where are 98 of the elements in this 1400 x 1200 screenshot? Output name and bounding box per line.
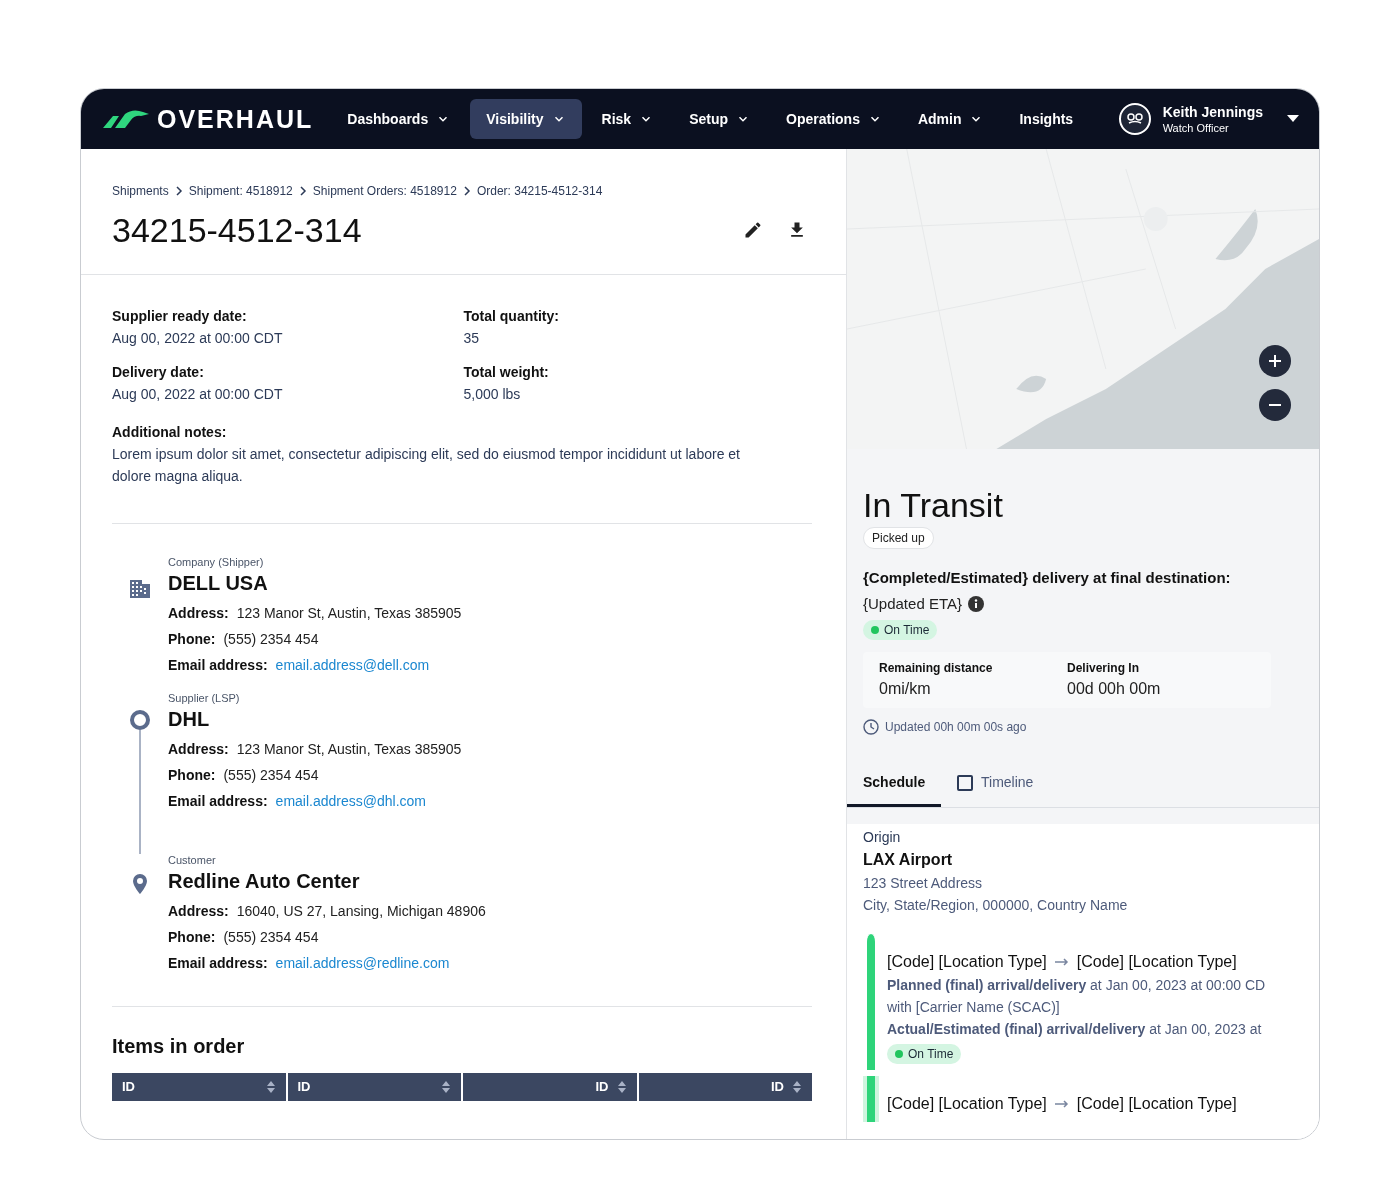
- status-title: In Transit: [863, 485, 1003, 525]
- field-label: Supplier ready date:: [112, 307, 248, 326]
- edit-pencil-icon[interactable]: [743, 220, 763, 240]
- planned-arrival-text: Planned (final) arrival/delivery at Jan 00, 2023 at 00:00 CD: [887, 975, 1266, 995]
- leg-to: [Code] [Location Type]: [1076, 1093, 1237, 1114]
- detail-label: Address:: [168, 603, 229, 623]
- email-link[interactable]: email.address@dhl.com: [275, 790, 426, 812]
- chevron-right-icon: [462, 186, 471, 196]
- origin-name: LAX Airport: [863, 849, 954, 870]
- order-title: 34215-4512-314: [112, 210, 362, 250]
- party-name: Redline Auto Center: [168, 869, 361, 894]
- status-text: On Time: [884, 621, 930, 639]
- notes-text: Lorem ipsum dolor sit amet, consectetur adipiscing elit, sed do eiusmod tempor incididunt ut labore et dolore magna aliqua.: [112, 445, 741, 486]
- email-link[interactable]: email.address@redline.com: [275, 952, 450, 974]
- nav-menu-item[interactable]: Setup: [673, 99, 766, 139]
- chevron-right-icon: [298, 186, 307, 196]
- detail-value: (555) 2354 454: [223, 927, 319, 947]
- field-value: 35: [463, 329, 481, 348]
- field-label: Total quantity:: [463, 307, 560, 326]
- detail-label: Phone:: [168, 765, 216, 785]
- square-icon: [957, 774, 973, 791]
- caret-down-icon[interactable]: [1287, 115, 1299, 123]
- status-text: On Time: [908, 1045, 954, 1063]
- detail-label: Address:: [168, 901, 229, 921]
- user-name: Keith Jennings: [1162, 103, 1263, 121]
- building-icon: [130, 580, 150, 598]
- origin-address: City, State/Region, 000000, Country Name: [863, 895, 1129, 915]
- logo-icon: [103, 110, 149, 128]
- panel-tab[interactable]: Schedule: [847, 761, 941, 807]
- info-icon[interactable]: [967, 596, 984, 613]
- arrow-right-icon: [1054, 1099, 1069, 1108]
- breadcrumb-link[interactable]: Order: 34215-4512-314: [476, 182, 603, 200]
- detail-label: Email address:: [168, 791, 268, 811]
- clock-icon: [863, 718, 879, 735]
- leg-from: [Code] [Location Type]: [887, 951, 1047, 972]
- detail-value: 16040, US 27, Lansing, Michigan 48906: [236, 901, 486, 921]
- field-label: Delivery date:: [112, 363, 205, 382]
- metric-label: Remaining distance: [879, 659, 994, 677]
- avatar-icon[interactable]: [1118, 103, 1151, 135]
- status-badge: Picked up: [863, 527, 934, 549]
- eta-label: {Completed/Estimated} delivery at final destination:: [863, 568, 1231, 588]
- detail-label: Phone:: [168, 629, 216, 649]
- nav-menu-item[interactable]: Risk: [585, 99, 670, 139]
- party-name: DELL USA: [168, 571, 269, 596]
- column-header[interactable]: ID: [287, 1073, 461, 1101]
- origin-address: 123 Street Address: [863, 873, 984, 893]
- origin-marker-icon: [130, 710, 150, 730]
- breadcrumb-link[interactable]: Shipment Orders: 4518912: [312, 182, 457, 200]
- email-link[interactable]: email.address@dell.com: [275, 654, 430, 676]
- items-title: Items in order: [112, 1034, 246, 1059]
- detail-value: (555) 2354 454: [223, 765, 319, 785]
- metric-label: Delivering In: [1067, 659, 1141, 677]
- field-value: 5,000 lbs: [463, 385, 522, 404]
- logo-text: OVERHAUL: [157, 106, 314, 132]
- detail-label: Phone:: [168, 927, 216, 947]
- nav-menu-item[interactable]: Admin: [901, 99, 1000, 139]
- panel-tab[interactable]: Timeline: [941, 761, 1050, 807]
- nav-menu-item[interactable]: Dashboards: [331, 99, 467, 139]
- nav-menu-item[interactable]: Insights: [1003, 99, 1090, 139]
- field-label: Total weight:: [463, 363, 550, 382]
- metric-value: 00d 00h 00m: [1067, 678, 1162, 699]
- map-pin-icon: [132, 874, 148, 894]
- carrier-text: with [Carrier Name (SCAC)]: [887, 997, 1061, 1017]
- chevron-right-icon: [174, 186, 183, 196]
- nav-menu-item[interactable]: Visibility: [470, 99, 582, 139]
- detail-label: Email address:: [168, 655, 268, 675]
- party-name: DHL: [168, 707, 211, 732]
- party-category: Company (Shipper): [168, 555, 265, 570]
- leg-to: [Code] [Location Type]: [1076, 951, 1237, 972]
- actual-arrival-text: Actual/Estimated (final) arrival/delivery at Jan 00, 2023 at: [887, 1019, 1263, 1039]
- breadcrumb-link[interactable]: Shipments: [112, 182, 169, 200]
- notes-label: Additional notes:: [112, 423, 228, 442]
- sort-icon: [792, 1080, 802, 1094]
- breadcrumb-link[interactable]: Shipment: 4518912: [188, 182, 293, 200]
- column-header[interactable]: ID: [112, 1073, 286, 1101]
- detail-value: 123 Manor St, Austin, Texas 385905: [236, 603, 462, 623]
- sort-icon: [616, 1080, 627, 1094]
- party-category: Supplier (LSP): [168, 691, 241, 706]
- leg-from: [Code] [Location Type]: [887, 1093, 1047, 1114]
- user-role: Watch Officer: [1162, 121, 1230, 135]
- sort-icon: [441, 1080, 451, 1094]
- updated-text: Updated 00h 00m 00s ago: [885, 718, 1027, 736]
- plus-icon: [1268, 354, 1282, 368]
- origin-label: Origin: [863, 827, 902, 847]
- detail-value: 123 Manor St, Austin, Texas 385905: [236, 739, 462, 759]
- field-value: Aug 00, 2022 at 00:00 CDT: [112, 329, 284, 348]
- column-header[interactable]: ID: [638, 1073, 812, 1101]
- arrow-right-icon: [1054, 957, 1069, 966]
- nav-menu-item[interactable]: Operations: [770, 99, 898, 139]
- metric-value: 0mi/km: [879, 678, 932, 699]
- party-category: Customer: [168, 853, 217, 868]
- field-value: Aug 00, 2022 at 00:00 CDT: [112, 385, 284, 404]
- detail-value: (555) 2354 454: [223, 629, 319, 649]
- sort-icon: [265, 1080, 276, 1094]
- eta-value: {Updated ETA}: [863, 594, 962, 614]
- detail-label: Address:: [168, 739, 229, 759]
- column-header[interactable]: ID: [463, 1073, 637, 1101]
- detail-label: Email address:: [168, 953, 268, 973]
